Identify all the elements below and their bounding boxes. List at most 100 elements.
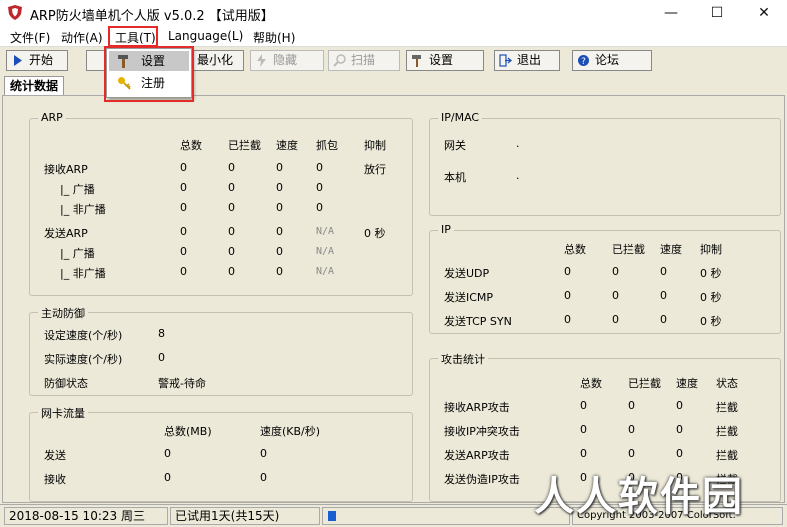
menu-file[interactable]: 文件(F) [10, 29, 50, 46]
forum-label: 论坛 [595, 53, 620, 67]
arp-cell: 放行 [364, 163, 386, 176]
arp-cell: 0 [276, 181, 283, 194]
ip-row-label: 发送UDP [444, 267, 490, 280]
arp-header: 总数 [180, 139, 202, 152]
start-button[interactable]: 开始 [6, 50, 68, 71]
attack-cell: 0 [580, 447, 587, 460]
lightning-icon [257, 54, 266, 67]
status-trial: 已试用1天(共15天) [170, 507, 320, 525]
nic-cell: 0 [260, 471, 267, 484]
arp-header: 抑制 [364, 139, 386, 152]
attack-row-label: 发送伪造IP攻击 [444, 473, 520, 486]
arp-cell: N/A [316, 226, 335, 237]
ip-row-label: 发送ICMP [444, 291, 494, 304]
window-title: ARP防火墙单机个人版 v5.0.2 【试用版】 [30, 9, 274, 24]
attack-cell: 拦截 [716, 425, 738, 438]
forum-button[interactable]: ? 论坛 [572, 50, 652, 71]
ip-header: 速度 [660, 243, 682, 256]
menu-action[interactable]: 动作(A) [61, 29, 103, 46]
highlight-box-menu [108, 26, 158, 47]
ipmac-group: IP/MAC 网关 . 本机 . [429, 111, 781, 216]
arp-cell: 0 [228, 265, 235, 278]
arp-cell: N/A [316, 266, 335, 277]
arp-cell: 0 [276, 245, 283, 258]
local-value: . [516, 169, 520, 182]
ip-cell: 0 秒 [700, 291, 722, 304]
nic-traffic-group: 网卡流量 总数(MB) 速度(KB/秒) 发送 0 0 接收 0 0 [29, 405, 413, 502]
attack-title: 攻击统计 [438, 351, 488, 367]
arp-cell: 0 [276, 225, 283, 238]
attack-cell: 拦截 [716, 401, 738, 414]
ip-cell: 0 [612, 289, 619, 302]
settings-tool-label: 设置 [429, 53, 454, 67]
arp-cell: 0 [316, 201, 323, 214]
ip-cell: 0 [612, 313, 619, 326]
arp-cell: 0 [180, 245, 187, 258]
ipmac-title: IP/MAC [438, 111, 483, 124]
ip-cell: 0 [660, 265, 667, 278]
minimize-button[interactable]: — [648, 0, 694, 26]
attack-row-label: 接收IP冲突攻击 [444, 425, 520, 438]
nic-row-label: 发送 [44, 449, 66, 462]
arp-cell: 0 [276, 265, 283, 278]
defense-label: 防御状态 [44, 377, 88, 390]
ip-cell: 0 [612, 265, 619, 278]
ip-header: 已拦截 [612, 243, 645, 256]
arp-cell: 0 [180, 225, 187, 238]
settings-tool-button[interactable]: 设置 [406, 50, 484, 71]
ip-header: 抑制 [700, 243, 722, 256]
close-button[interactable]: ✕ [741, 0, 787, 26]
minimize-label: 最小化 [197, 53, 234, 67]
arp-cell: 0 [228, 245, 235, 258]
arp-row-label: |_ 非广播 [60, 267, 106, 280]
attack-cell: 0 [580, 399, 587, 412]
arp-cell: 0 [316, 161, 323, 174]
nic-header: 总数(MB) [164, 425, 212, 438]
svg-text:?: ? [581, 57, 586, 67]
attack-row-label: 接收ARP攻击 [444, 401, 510, 414]
nic-header: 速度(KB/秒) [260, 425, 321, 438]
magnifier-icon [333, 54, 346, 67]
watermark-text: 人人软件园 [534, 474, 744, 520]
attack-cell: 0 [676, 447, 683, 460]
nic-traffic-title: 网卡流量 [38, 405, 88, 421]
hide-button[interactable]: 隐藏 [250, 50, 324, 71]
arp-cell: 0 [276, 201, 283, 214]
nic-cell: 0 [164, 447, 171, 460]
ip-cell: 0 [564, 289, 571, 302]
menu-help[interactable]: 帮助(H) [253, 29, 295, 46]
defense-label: 实际速度(个/秒) [44, 353, 123, 366]
arp-group: ARP 总数 已拦截 速度 抓包 抑制 接收ARP 0 0 0 0 放行 |_ … [29, 111, 413, 296]
attack-cell: 0 [676, 399, 683, 412]
arp-cell: N/A [316, 246, 335, 257]
attack-header: 状态 [716, 377, 738, 390]
attack-header: 已拦截 [628, 377, 661, 390]
ip-cell: 0 秒 [700, 267, 722, 280]
ip-cell: 0 秒 [700, 315, 722, 328]
attack-cell: 0 [628, 399, 635, 412]
arp-cell: 0 [316, 181, 323, 194]
ip-group: IP 总数 已拦截 速度 抑制 发送UDP 0 0 0 0 秒 发送ICMP 0… [429, 223, 781, 334]
tab-statistics[interactable]: 统计数据 [4, 76, 64, 96]
defense-value: 警戒-待命 [158, 377, 206, 390]
ip-title: IP [438, 223, 454, 236]
arp-cell: 0 [180, 161, 187, 174]
attack-header: 速度 [676, 377, 698, 390]
active-defense-group: 主动防御 设定速度(个/秒) 8 实际速度(个/秒) 0 防御状态 警戒-待命 [29, 305, 413, 396]
menu-language[interactable]: Language(L) [168, 29, 243, 43]
arp-header: 速度 [276, 139, 298, 152]
ip-cell: 0 [660, 313, 667, 326]
start-label: 开始 [29, 53, 54, 67]
status-progress [322, 507, 570, 525]
gateway-label: 网关 [444, 139, 466, 152]
arp-row-label: |_ 广播 [60, 183, 95, 196]
arp-row-label: |_ 广播 [60, 247, 95, 260]
maximize-button[interactable]: ☐ [694, 0, 740, 26]
ip-cell: 0 [564, 313, 571, 326]
exit-button[interactable]: 退出 [494, 50, 560, 71]
ip-header: 总数 [564, 243, 586, 256]
attack-cell: 0 [676, 423, 683, 436]
ip-row-label: 发送TCP SYN [444, 315, 512, 328]
scan-button[interactable]: 扫描 [328, 50, 400, 71]
attack-cell: 拦截 [716, 449, 738, 462]
